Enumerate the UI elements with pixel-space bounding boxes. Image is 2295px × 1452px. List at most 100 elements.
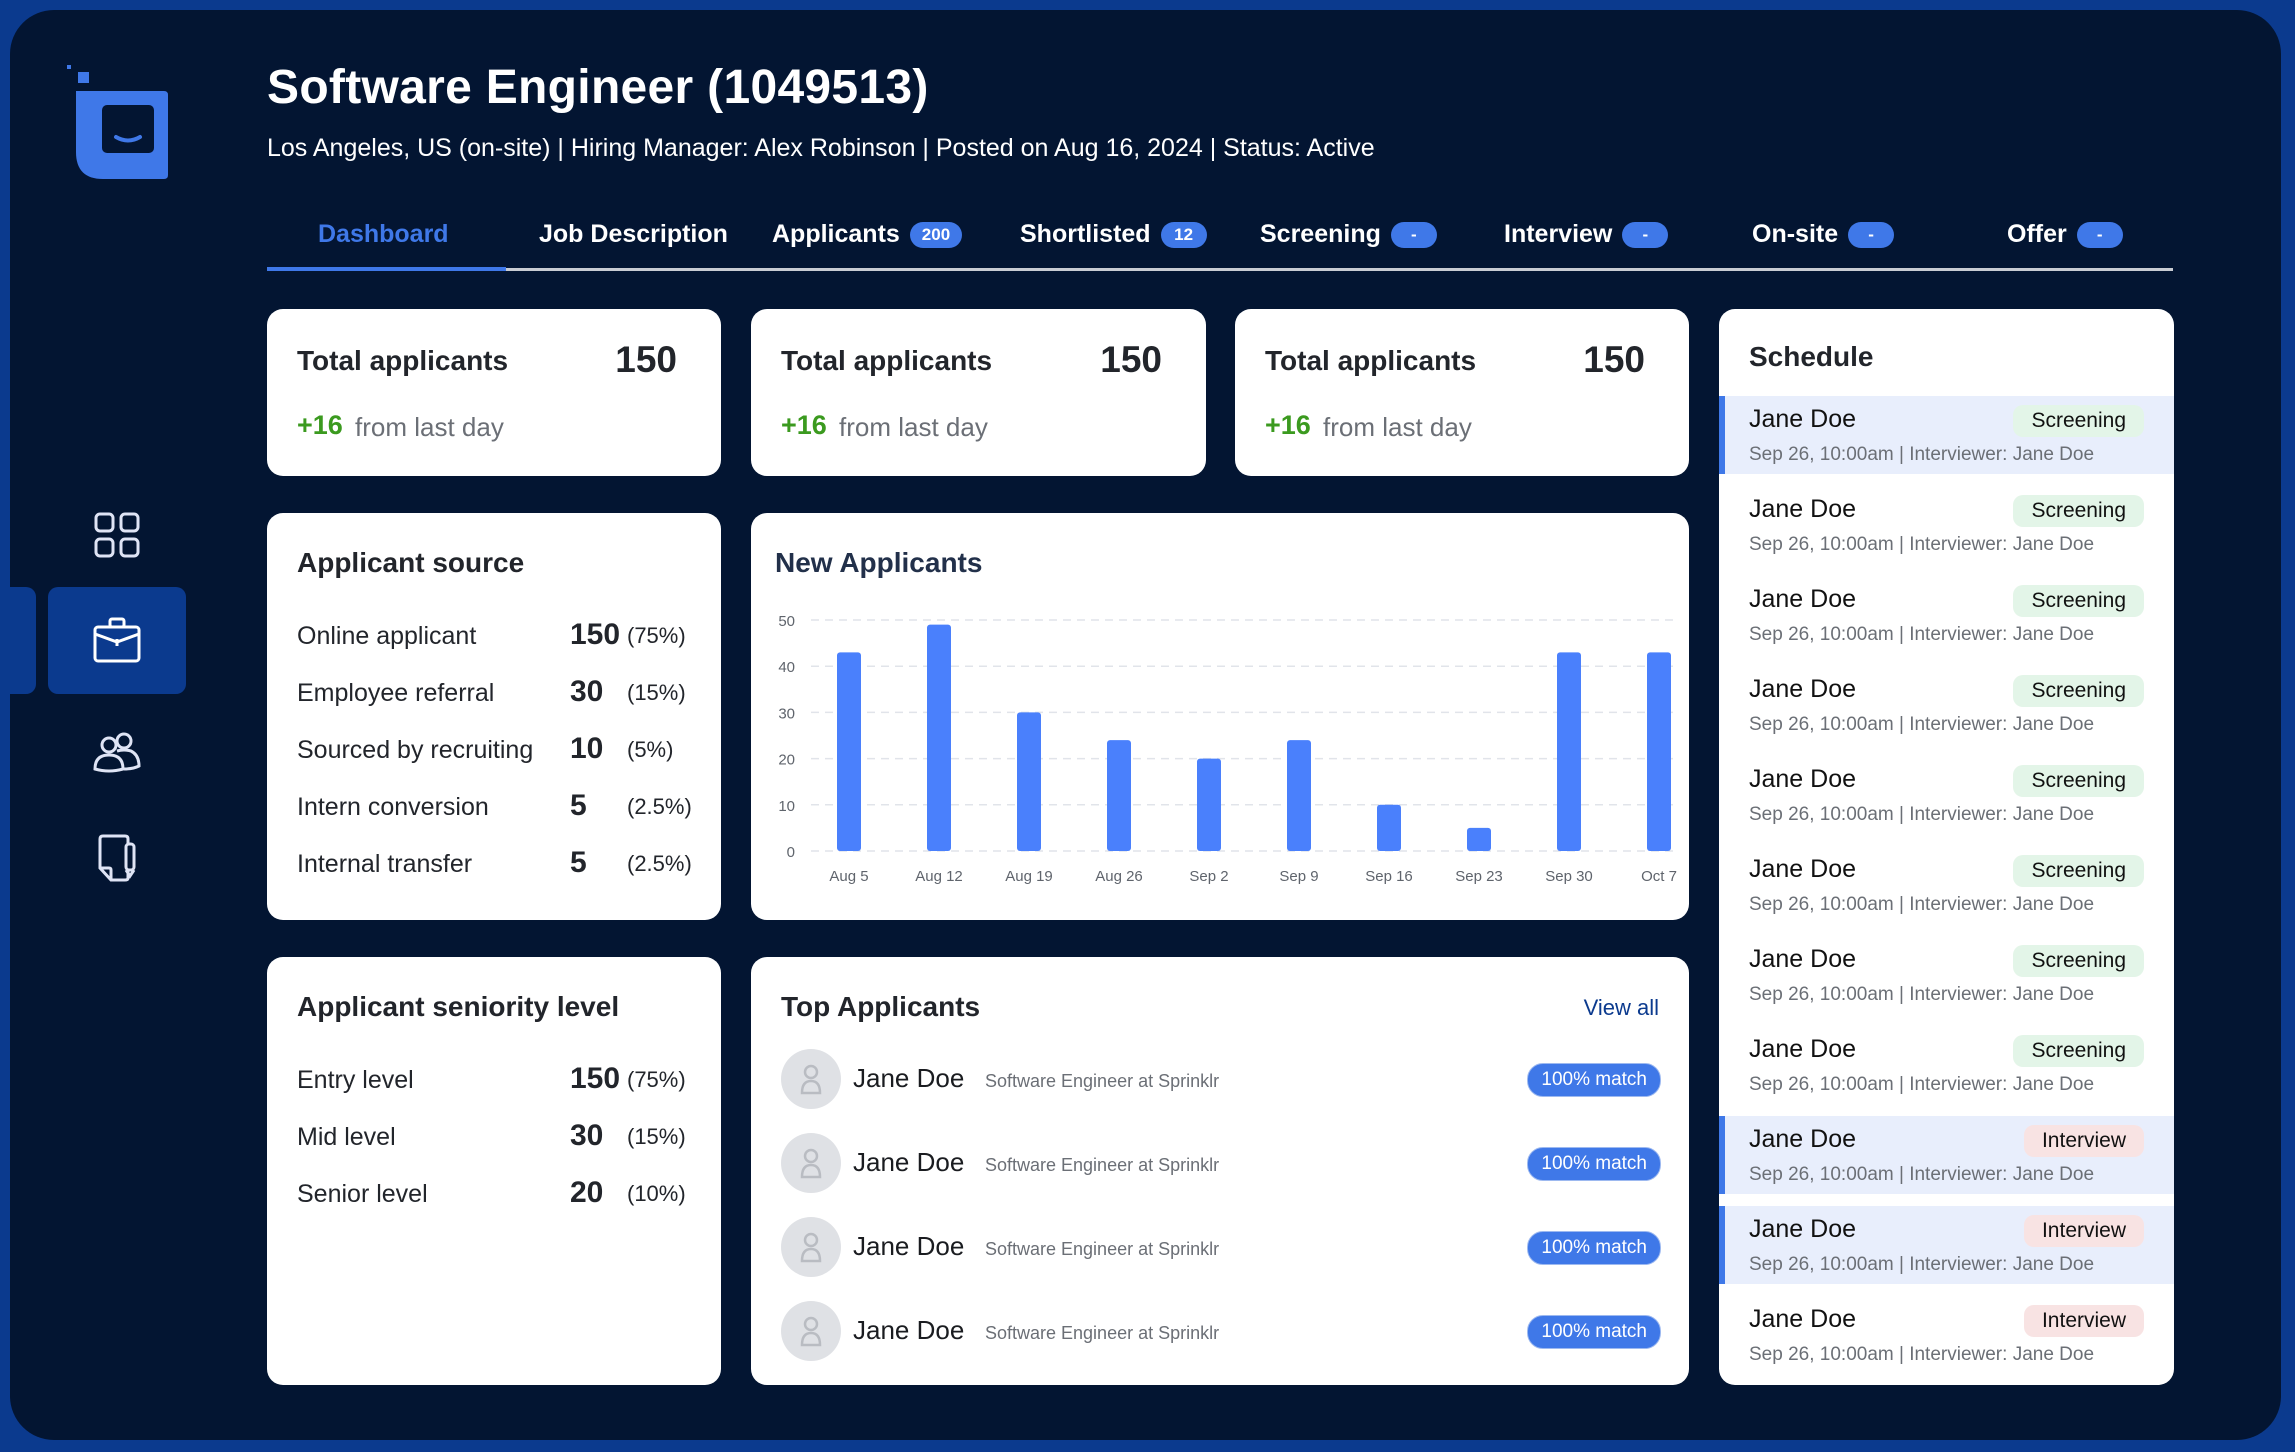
tab-label: Interview [1504,220,1613,248]
applicant-name: Jane Doe [853,1063,965,1093]
seniority-label: Mid level [297,1123,396,1151]
active-tab-indicator [267,267,506,271]
schedule-name: Jane Doe [1749,675,1857,703]
sidebar-item-documents[interactable] [92,833,142,883]
count-badge: - [1848,221,1895,248]
schedule-item[interactable]: Jane Doe Sep 26, 10:00am | Interviewer: J… [1719,756,2174,834]
tab-applicants[interactable]: Applicants 200 [772,220,963,249]
stat-delta-label: from last day [839,412,988,442]
stat-delta: +16 [781,410,827,440]
avatar [781,1133,841,1193]
schedule-meta: Sep 26, 10:00am | Interviewer: Jane Doe [1749,1074,2095,1095]
schedule-item[interactable]: Jane Doe Sep 26, 10:00am | Interviewer: J… [1719,1206,2174,1284]
stat-value: 150 [1100,339,1162,380]
tab-screening[interactable]: Screening - [1260,220,1437,249]
applicant-name: Jane Doe [853,1315,965,1345]
stage-badge: Screening [2013,765,2144,797]
tab-shortlisted[interactable]: Shortlisted 12 [1020,220,1207,249]
stat-delta-label: from last day [1323,412,1472,442]
x-tick-label: Sep 9 [1279,868,1318,885]
new-applicants-chart-card: New Applicants 0 10 20 30 40 50 Aug 5 Aug 12 Aug… [751,513,1689,920]
sidebar-item-jobs[interactable] [92,615,142,665]
schedule-item[interactable]: Jane Doe Sep 26, 10:00am | Interviewer: J… [1719,846,2174,924]
tab-label: On-site [1752,220,1839,248]
stage-badge: Screening [2013,675,2144,707]
new-applicants-bar-chart: 0 10 20 30 40 50 Aug 5 Aug 12 Aug 19 Aug 26 Sep 2 S… [778,613,1677,885]
applicant-row[interactable]: Jane Doe Software Engineer at Sprinklr 1… [781,1133,1661,1195]
card-title: Applicant source [297,547,525,578]
applicant-row[interactable]: Jane Doe Software Engineer at Sprinklr 1… [781,1049,1661,1111]
applicant-row[interactable]: Jane Doe Software Engineer at Sprinklr 1… [781,1301,1661,1363]
bar[interactable] [1467,827,1491,851]
schedule-item[interactable]: Jane Doe Sep 26, 10:00am | Interviewer: J… [1719,666,2174,744]
x-tick-label: Aug 12 [915,868,963,885]
applicant-role: Software Engineer at Sprinklr [985,1239,1220,1259]
bar[interactable] [1287,740,1311,851]
briefcase-icon [93,617,141,663]
match-badge: 100% match [1527,1231,1661,1265]
seniority-value: 30 [570,1119,604,1152]
schedule-name: Jane Doe [1749,1215,1857,1243]
bar[interactable] [1197,758,1221,851]
user-icon [800,1148,822,1179]
stat-delta: +16 [1265,410,1311,440]
schedule-item[interactable]: Jane Doe Sep 26, 10:00am | Interviewer: J… [1719,1116,2174,1194]
tab-job-description[interactable]: Job Description [539,220,728,249]
schedule-name: Jane Doe [1749,495,1857,523]
bar[interactable] [927,624,951,851]
tab-label: Applicants [772,220,900,248]
view-all-link[interactable]: View all [1584,995,1659,1021]
match-badge: 100% match [1527,1147,1661,1181]
x-tick-label: Aug 26 [1095,868,1143,885]
schedule-meta: Sep 26, 10:00am | Interviewer: Jane Doe [1749,1344,2095,1365]
source-value: 150 [570,618,621,651]
top-applicants-card: Top Applicants View all Jane Doe Softwar… [751,957,1689,1385]
bar[interactable] [1107,740,1131,851]
schedule-item[interactable]: Jane Doe Sep 26, 10:00am | Interviewer: J… [1719,396,2174,474]
tab-label: Screening [1260,220,1381,248]
logo-icon [67,65,168,179]
schedule-name: Jane Doe [1749,1125,1857,1153]
stat-delta: +16 [297,410,343,440]
schedule-meta: Sep 26, 10:00am | Interviewer: Jane Doe [1749,894,2095,915]
y-tick-label: 30 [778,705,795,722]
schedule-item[interactable]: Jane Doe Sep 26, 10:00am | Interviewer: J… [1719,1296,2174,1374]
tab-on-site[interactable]: On-site - [1752,220,1895,249]
bar[interactable] [1377,804,1401,851]
stat-card-total-applicants: Total applicants 150 +16 from last day [267,309,721,476]
schedule-item[interactable]: Jane Doe Sep 26, 10:00am | Interviewer: J… [1719,576,2174,654]
schedule-meta: Sep 26, 10:00am | Interviewer: Jane Doe [1749,534,2095,555]
stat-title: Total applicants [297,345,509,376]
schedule-meta: Sep 26, 10:00am | Interviewer: Jane Doe [1749,714,2095,735]
sidebar-item-people[interactable] [92,727,142,777]
seniority-pct: (10%) [627,1181,686,1206]
bar[interactable] [837,652,861,851]
stage-badge: Screening [2013,1035,2144,1067]
bar[interactable] [1647,652,1671,851]
tab-dashboard[interactable]: Dashboard [318,220,449,249]
bar[interactable] [1557,652,1581,851]
y-tick-label: 40 [778,659,795,676]
app-window: Software Engineer (1049513) Los Angeles,… [10,10,2281,1440]
schedule-item[interactable]: Jane Doe Sep 26, 10:00am | Interviewer: J… [1719,1026,2174,1104]
sidebar-item-dashboard[interactable] [92,510,142,560]
source-pct: (75%) [627,623,686,648]
tab-interview[interactable]: Interview - [1504,220,1669,249]
source-label: Internal transfer [297,850,473,878]
source-row: Employee referral 30 (15%) [297,675,697,715]
count-badge: - [1622,221,1669,248]
schedule-item[interactable]: Jane Doe Sep 26, 10:00am | Interviewer: J… [1719,486,2174,564]
count-badge: - [2076,221,2123,248]
grid-icon [94,512,140,558]
stage-badge: Screening [2013,585,2144,617]
source-pct: (2.5%) [627,851,692,876]
applicant-row[interactable]: Jane Doe Software Engineer at Sprinklr 1… [781,1217,1661,1279]
schedule-name: Jane Doe [1749,855,1857,883]
schedule-item[interactable]: Jane Doe Sep 26, 10:00am | Interviewer: J… [1719,936,2174,1014]
app-logo[interactable] [65,65,175,185]
user-icon [800,1316,822,1347]
source-pct: (15%) [627,680,686,705]
bar[interactable] [1017,712,1041,851]
tab-offer[interactable]: Offer - [2007,220,2123,249]
avatar [781,1049,841,1109]
